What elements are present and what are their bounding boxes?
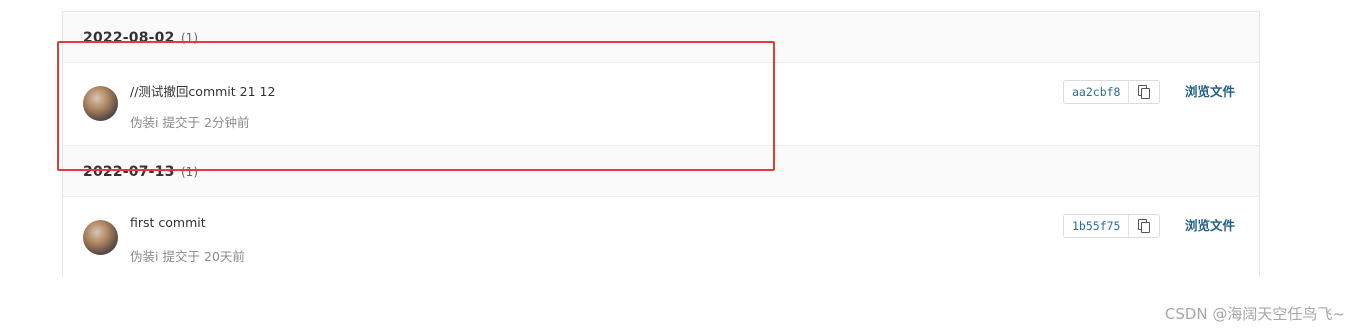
browse-files-link[interactable]: 浏览文件 — [1185, 215, 1235, 234]
copy-sha-button[interactable] — [1129, 215, 1159, 237]
avatar[interactable] — [83, 220, 118, 255]
commit-sha-group: aa2cbf8 — [1063, 80, 1161, 104]
page: 2022-08-02 (1) //测试撤回commit 21 12 伪装i 提交于… — [0, 0, 1361, 333]
commit-author[interactable]: 伪装i — [130, 115, 158, 130]
browse-files-link[interactable]: 浏览文件 — [1185, 81, 1235, 100]
watermark: CSDN @海阔天空任鸟飞~ — [1164, 305, 1345, 323]
commit-title[interactable]: //测试撤回commit 21 12 — [130, 81, 275, 100]
commit-history-panel: 2022-08-02 (1) //测试撤回commit 21 12 伪装i 提交于… — [62, 11, 1260, 280]
commit-group-header: 2022-08-02 (1) — [63, 12, 1259, 63]
commit-group-header: 2022-07-13 (1) — [63, 146, 1259, 197]
commit-author[interactable]: 伪装i — [130, 249, 158, 264]
commit-time: 2分钟前 — [204, 115, 250, 130]
commit-meta: 伪装i 提交于 20天前 — [130, 246, 249, 265]
commit-row: //测试撤回commit 21 12 伪装i 提交于 2分钟前 aa2cbf8 浏览… — [63, 63, 1259, 146]
commit-sha-group: 1b55f75 — [1063, 214, 1161, 238]
commit-row: first commit 伪装i 提交于 20天前 1b55f75 浏览文件 — [63, 197, 1259, 280]
commit-group-count: (1) — [181, 165, 198, 179]
copy-icon — [1138, 219, 1151, 233]
commit-group-date: 2022-08-02 — [83, 30, 175, 46]
commit-action: 提交于 — [162, 115, 200, 130]
commit-time: 20天前 — [204, 249, 245, 264]
commit-title[interactable]: first commit — [130, 215, 206, 230]
commit-group-date: 2022-07-13 — [83, 164, 175, 180]
commit-sha[interactable]: aa2cbf8 — [1064, 81, 1130, 103]
commit-meta: 伪装i 提交于 2分钟前 — [130, 112, 253, 131]
commit-action: 提交于 — [162, 249, 200, 264]
avatar[interactable] — [83, 86, 118, 121]
commit-group-count: (1) — [181, 31, 198, 45]
commit-sha[interactable]: 1b55f75 — [1064, 215, 1130, 237]
copy-icon — [1138, 85, 1151, 99]
copy-sha-button[interactable] — [1129, 81, 1159, 103]
